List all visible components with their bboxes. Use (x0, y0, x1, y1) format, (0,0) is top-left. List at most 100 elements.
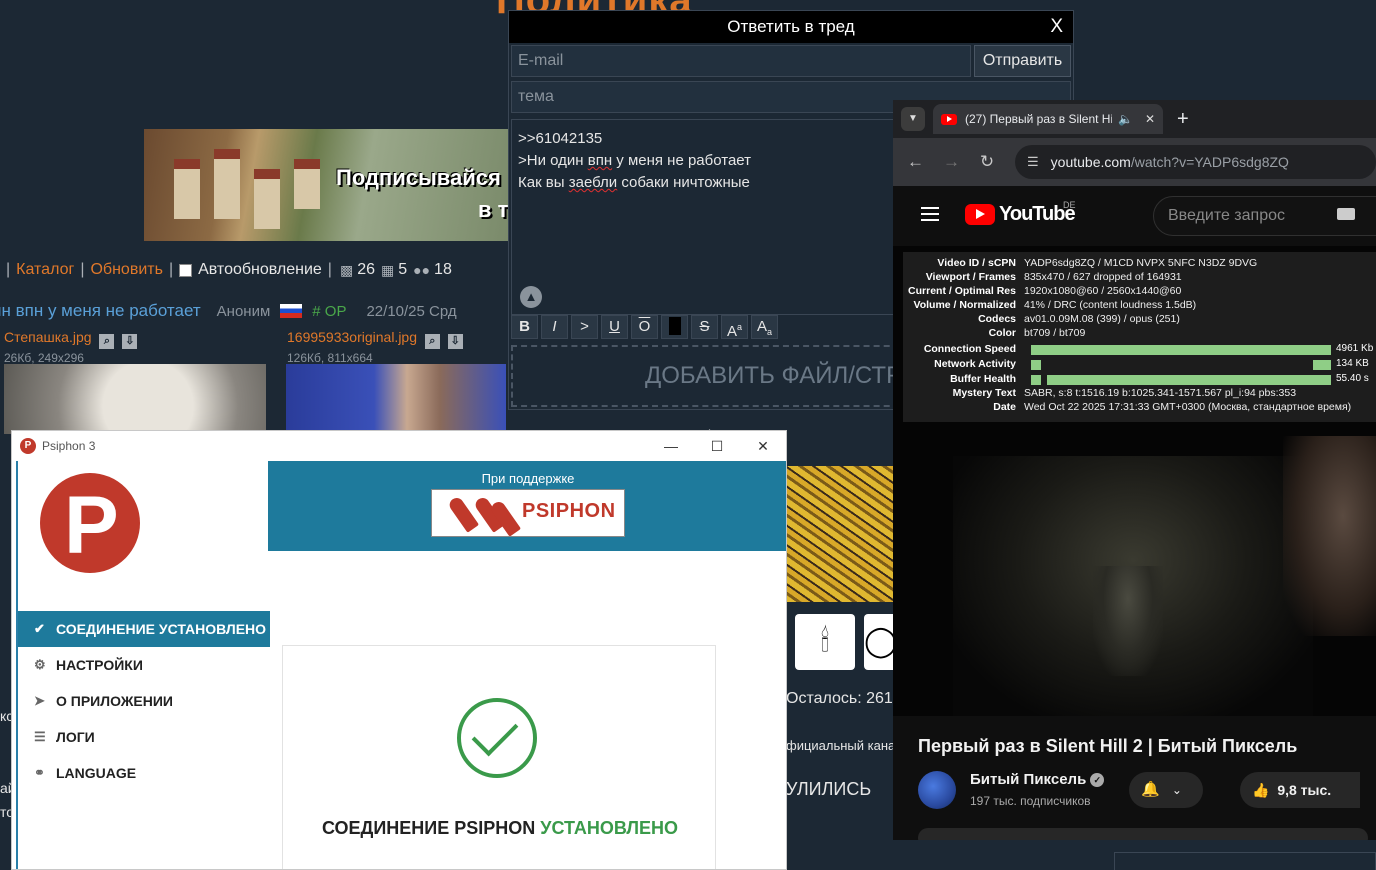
menu-label: ЛОГИ (56, 729, 95, 745)
menu-label: LANGUAGE (56, 765, 137, 781)
post-image-thumbnail[interactable] (786, 466, 896, 602)
subscript-button[interactable]: Aa (751, 315, 778, 339)
reply-form-titlebar[interactable]: Ответить в тред X (509, 11, 1073, 43)
window-title: Psiphon 3 (42, 439, 96, 453)
channel-name[interactable]: Битый Пиксель ✓ (970, 771, 1105, 788)
catalog-link[interactable]: Каталог (16, 261, 74, 279)
file-meta: 126Кб, 811x664 (287, 351, 373, 365)
speaker-icon[interactable]: 🔈 (1118, 112, 1133, 126)
search-icon[interactable]: ⌕ (424, 334, 440, 349)
post-image-thumbnail[interactable] (286, 364, 506, 434)
underline-button[interactable]: U (601, 315, 628, 339)
strike-button[interactable]: S (691, 315, 718, 339)
check-icon (457, 698, 537, 778)
tab-title: (27) Первый раз в Silent Hill 2 (965, 112, 1112, 126)
menu-settings[interactable]: ⚙ НАСТРОЙКИ (18, 647, 270, 683)
check-circle-icon: ✔ (34, 621, 45, 636)
menu-label: О ПРИЛОЖЕНИИ (56, 693, 173, 709)
download-icon[interactable]: ⇩ (122, 334, 138, 349)
reload-icon[interactable]: ↻ (979, 152, 995, 172)
buffer-health-bar (1031, 375, 1331, 385)
stats-row: Current / Optimal Res 1920x1080@60 / 2560… (908, 285, 1182, 297)
buffer-health-value: 55.40 s (1336, 373, 1369, 384)
menu-label: СОЕДИНЕНИЕ УСТАНОВЛЕНО (56, 621, 267, 637)
channel-avatar[interactable] (918, 771, 956, 809)
close-tab-icon[interactable]: ✕ (1145, 112, 1155, 126)
new-tab-button[interactable]: + (1177, 108, 1189, 131)
menu-connection[interactable]: ✔ СОЕДИНЕНИЕ УСТАНОВЛЕНО (18, 611, 270, 647)
chevron-down-icon: ⌄ (1171, 783, 1182, 797)
menu-language[interactable]: ⚭ LANGUAGE (18, 755, 270, 791)
rocket-icon: ➤ (34, 693, 45, 708)
connection-status: СОЕДИНЕНИЕ PSIPHON УСТАНОВЛЕНО (283, 818, 717, 839)
like-count: 9,8 тыс. (1277, 782, 1332, 798)
board-banner[interactable]: Подписывайся в т (144, 129, 510, 241)
sage-icon[interactable]: ▲ (520, 286, 542, 308)
post-subject: ин впн у меня не работает (0, 301, 201, 320)
minimize-button[interactable]: — (648, 431, 694, 461)
connection-speed-value: 4961 Kb (1336, 343, 1374, 354)
tab-search-button[interactable]: ▼ (901, 107, 925, 131)
stats-row: Date Wed Oct 22 2025 17:31:33 GMT+0300 (М… (993, 401, 1352, 413)
file-name-link[interactable]: Степашка.jpg (4, 329, 92, 345)
email-field[interactable]: E-mail (511, 45, 971, 77)
video-player[interactable]: Video ID / sCPN YADP6sdg8ZQ / M1CD NVPX 5… (893, 246, 1376, 716)
bold-button[interactable]: B (511, 315, 538, 339)
download-icon[interactable]: ⇩ (447, 334, 463, 349)
tab-youtube[interactable]: (27) Первый раз в Silent Hill 2 🔈 ✕ (933, 104, 1163, 134)
op-badge: # OP (312, 302, 347, 320)
youtube-logo[interactable]: YouTube (965, 203, 1076, 226)
url-path: /watch?v=YADP6sdg8ZQ (1130, 154, 1289, 170)
url-host: youtube.com (1050, 154, 1131, 170)
thread-navbar: | Каталог | Обновить | Автообновление | … (6, 261, 452, 279)
keyboard-icon[interactable] (1337, 208, 1355, 220)
maximize-button[interactable]: ☐ (694, 431, 740, 461)
psiphon-titlebar[interactable]: P Psiphon 3 — ☐ ✕ (12, 431, 786, 461)
sponsor-banner[interactable]: PSIPHON (431, 489, 625, 537)
region-code: DE (1063, 200, 1076, 210)
video-title: Первый раз в Silent Hill 2 | Битый Пиксе… (918, 736, 1298, 756)
network-activity-value: 134 KB (1336, 358, 1369, 369)
superscript-button[interactable]: Aa (721, 315, 748, 340)
quote-button[interactable]: > (571, 315, 598, 339)
site-info-icon[interactable]: ☰ (1027, 154, 1039, 170)
globe-icon: ⚭ (34, 765, 45, 780)
psiphon-window: P Psiphon 3 — ☐ ✕ P ✔ СОЕДИНЕНИЕ УСТАНОВ… (11, 430, 787, 870)
post-author: Аноним (216, 302, 271, 320)
users-icon: ●● (413, 262, 431, 278)
post-image-thumbnail[interactable] (4, 364, 266, 434)
back-icon[interactable]: ← (907, 152, 924, 172)
menu-icon[interactable] (921, 207, 939, 221)
address-bar[interactable]: ☰ youtube.com/watch?v=YADP6sdg8ZQ (1015, 145, 1376, 179)
refresh-link[interactable]: Обновить (90, 261, 162, 279)
close-button[interactable]: ✕ (740, 431, 786, 461)
like-button[interactable]: 👍 9,8 тыс. (1240, 772, 1360, 808)
italic-button[interactable]: I (541, 315, 568, 339)
notification-bell-button[interactable]: 🔔 ⌄ (1129, 772, 1203, 808)
stats-row: Color bt709 / bt709 (988, 327, 1086, 339)
autorefresh-label: Автообновление (198, 261, 322, 278)
posts-count: 26 (357, 261, 375, 278)
overline-button[interactable]: O (631, 315, 658, 339)
images-count: 5 (398, 261, 408, 278)
description-box[interactable] (918, 828, 1368, 840)
candle-sticker-icon[interactable]: 🕯 (795, 614, 855, 670)
close-icon[interactable]: X (1050, 11, 1063, 43)
stats-row: Network Activity (934, 358, 1016, 370)
file-name-link[interactable]: 16995933original.jpg (287, 329, 417, 345)
forward-icon[interactable]: → (943, 152, 960, 172)
menu-logs[interactable]: ☰ ЛОГИ (18, 719, 270, 755)
menu-about[interactable]: ➤ О ПРИЛОЖЕНИИ (18, 683, 270, 719)
youtube-favicon-icon (941, 113, 957, 125)
spoiler-button[interactable] (661, 315, 688, 339)
rosary-sticker-icon[interactable]: ◯ (864, 614, 898, 670)
psiphon-logo: P (40, 473, 140, 573)
stats-row: Viewport / Frames 835x470 / 627 dropped o… (925, 271, 1182, 283)
thumbs-up-icon: 👍 (1252, 782, 1270, 798)
sponsor-label: При поддержке (481, 471, 575, 486)
autorefresh-checkbox[interactable] (179, 263, 193, 277)
send-button[interactable]: Отправить (974, 45, 1071, 77)
bell-icon: 🔔 (1141, 781, 1160, 798)
post-date: 22/10/25 Срд (366, 302, 457, 320)
search-icon[interactable]: ⌕ (99, 334, 115, 349)
